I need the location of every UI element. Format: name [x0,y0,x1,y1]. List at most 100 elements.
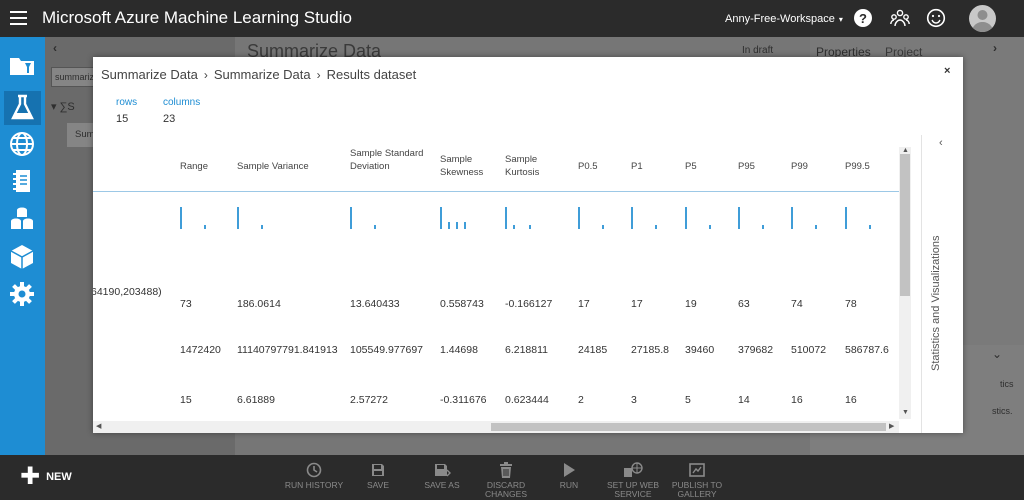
horizontal-scrollbar[interactable]: ◀ ▶ [93,421,899,433]
chevron-down-icon[interactable]: ⌄ [992,347,1002,361]
breadcrumb-item-1[interactable]: Summarize Data [101,67,198,82]
trash-icon [471,461,541,479]
palette-search-input[interactable]: summariz [51,67,97,87]
table-cell[interactable]: 1.44698 [440,344,478,356]
table-cell[interactable]: 105549.977697 [350,344,423,356]
column-header[interactable]: Sample Variance [237,160,337,173]
table-cell[interactable]: 13.640433 [350,298,400,310]
trained-models-cube-icon[interactable] [8,243,36,271]
column-header[interactable]: Range [180,160,230,173]
rows-value: 15 [116,113,129,125]
table-cell[interactable]: 6.218811 [505,344,548,356]
results-dataset-dialog: Summarize Data › Summarize Data › Results da… [93,57,963,433]
expand-panel-chevron-icon[interactable]: ‹ [939,137,943,149]
table-cell-partial[interactable]: 64190,203488) [93,286,162,298]
column-header[interactable]: P0.5 [578,160,623,173]
columns-label: columns [163,97,201,108]
column-header[interactable]: Sample Skewness [440,153,495,179]
experiments-icon[interactable] [4,91,41,125]
clock-icon [279,461,349,479]
table-cell[interactable]: 586787.6 [845,344,889,356]
scroll-left-icon[interactable]: ◀ [96,422,101,430]
table-cell[interactable]: 24185 [578,344,607,356]
table-cell[interactable]: 14 [738,394,750,406]
run-label: RUN [559,480,579,490]
column-header[interactable]: P5 [685,160,730,173]
histogram-bar [464,222,466,229]
breadcrumb-item-2[interactable]: Summarize Data [214,67,311,82]
table-cell[interactable]: 2 [578,394,584,406]
workspace-selector[interactable]: Anny-Free-Workspace ▾ [725,13,843,25]
table-cell[interactable]: 17 [631,298,643,310]
vertical-scrollbar[interactable]: ▲ ▼ [899,147,911,419]
results-table: 64190,203488) Range 73 1472420 15 Sample Var… [93,141,911,433]
table-cell[interactable]: 15 [180,394,192,406]
hamburger-menu-icon[interactable] [10,11,27,25]
histogram-bar [440,207,442,229]
datasets-icon[interactable] [8,205,36,233]
scroll-up-icon[interactable]: ▲ [902,147,909,154]
column-header[interactable]: P99 [791,160,836,173]
vertical-scroll-thumb[interactable] [900,154,910,296]
scroll-right-icon[interactable]: ▶ [889,422,894,430]
statistics-visualizations-panel[interactable]: ‹ Statistics and Visualizations [921,135,963,433]
settings-gear-icon[interactable] [8,280,36,308]
palette-search-value: summariz [55,72,95,82]
avatar[interactable] [969,5,996,32]
publish-to-gallery-button[interactable]: PUBLISH TO GALLERY [662,461,732,499]
horizontal-scroll-thumb[interactable] [491,423,886,431]
table-cell[interactable]: 78 [845,298,857,310]
table-cell[interactable]: 5 [685,394,691,406]
table-cell[interactable]: 63 [738,298,750,310]
table-cell[interactable]: 1472420 [180,344,221,356]
table-cell[interactable]: 186.0614 [237,298,281,310]
table-cell[interactable]: 16 [791,394,803,406]
table-cell[interactable]: 39460 [685,344,714,356]
table-cell[interactable]: 19 [685,298,697,310]
discard-changes-button[interactable]: DISCARD CHANGES [471,461,541,499]
column-header[interactable]: Sample Kurtosis [505,153,565,179]
save-as-button[interactable]: SAVE AS [407,461,477,490]
column-header[interactable]: P99.5 [845,160,895,173]
help-icon[interactable]: ? [854,9,872,27]
run-history-button[interactable]: RUN HISTORY [279,461,349,490]
save-button[interactable]: SAVE [343,461,413,490]
new-button[interactable]: ✚ NEW [20,465,72,489]
table-cell[interactable]: -0.311676 [440,394,487,406]
table-cell[interactable]: 510072 [791,344,826,356]
table-cell[interactable]: -0.166127 [505,298,552,310]
web-services-globe-icon[interactable] [8,130,36,158]
histogram-bar [513,225,515,229]
play-icon [534,461,604,479]
column-header[interactable]: P1 [631,160,676,173]
table-cell[interactable]: 74 [791,298,803,310]
collapse-palette-icon[interactable]: ‹ [53,41,57,55]
table-cell[interactable]: 0.558743 [440,298,484,310]
histogram-bar [204,225,206,229]
feedback-smiley-icon[interactable] [926,8,946,28]
collapse-properties-icon[interactable]: › [993,41,997,55]
table-cell[interactable]: 27185.8 [631,344,669,356]
table-cell[interactable]: 11140797791.841913 [237,344,338,356]
projects-icon[interactable] [8,51,36,79]
table-cell[interactable]: 2.57272 [350,394,388,406]
table-cell[interactable]: 379682 [738,344,773,356]
set-up-web-service-button[interactable]: SET UP WEB SERVICE [598,461,668,499]
column-header[interactable]: Sample Standard Deviation [350,147,430,173]
table-cell[interactable]: 0.623444 [505,394,549,406]
histogram-bar [529,225,531,229]
notebooks-icon[interactable] [8,167,36,195]
run-button[interactable]: RUN [534,461,604,490]
column-header[interactable]: P95 [738,160,783,173]
table-cell[interactable]: 17 [578,298,590,310]
tree-item[interactable]: ▾ ∑S [51,100,75,113]
table-cell[interactable]: 3 [631,394,637,406]
table-cell[interactable]: 6.61889 [237,394,275,406]
scroll-down-icon[interactable]: ▼ [902,409,909,416]
table-cell[interactable]: 16 [845,394,857,406]
table-cell[interactable]: 73 [180,298,192,310]
community-icon[interactable] [890,8,910,28]
histogram-bar [845,207,847,229]
close-icon[interactable]: × [944,65,950,77]
histogram-bar [456,222,458,229]
